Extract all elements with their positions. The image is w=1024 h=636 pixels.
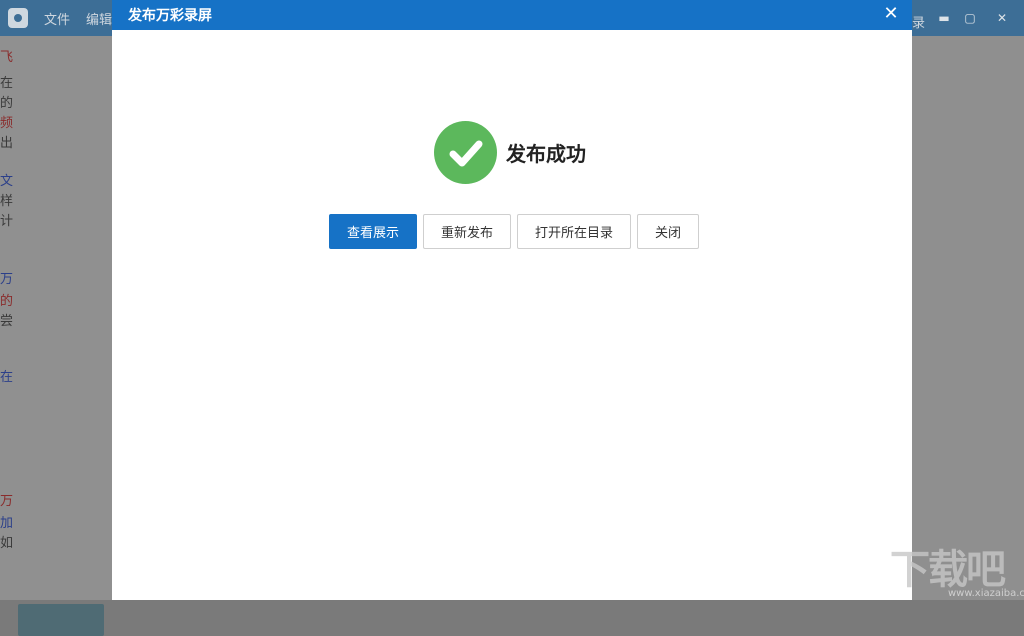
background-text-fragment: 在 <box>0 370 14 385</box>
background-menu-fragment: 录 <box>912 16 926 31</box>
background-text-fragment: 尝 <box>0 314 14 329</box>
minimize-icon: ▬ <box>938 11 950 25</box>
open-directory-button[interactable]: 打开所在目录 <box>517 214 631 249</box>
close-icon[interactable]: ✕ <box>880 3 902 25</box>
background-menu-file: 文件 <box>44 12 71 28</box>
view-showcase-button[interactable]: 查看展示 <box>329 214 417 249</box>
action-buttons: 查看展示 重新发布 打开所在目录 关闭 <box>329 214 705 249</box>
background-right-area <box>912 36 1024 600</box>
success-message: 发布成功 <box>434 121 586 184</box>
background-text-fragment: 加 <box>0 516 14 531</box>
background-text-fragment: 频 <box>0 116 14 131</box>
watermark-url: www.xiazaiba.com <box>948 588 1024 599</box>
republish-button[interactable]: 重新发布 <box>423 214 511 249</box>
background-text-fragment: 计 <box>0 214 14 229</box>
background-text-fragment: 的 <box>0 294 14 309</box>
publish-dialog: 发布万彩录屏 ✕ 发布成功 查看展示 重新发布 打开所在目录 关闭 <box>112 0 912 600</box>
background-menu-edit: 编辑 <box>86 12 113 28</box>
background-video-thumbnail <box>18 604 104 636</box>
background-content: 飞 在 的 频 出 文 样 计 万 的 尝 在 万 加 如 <box>0 36 112 636</box>
dialog-title: 发布万彩录屏 <box>128 8 212 24</box>
background-text-fragment: 如 <box>0 536 14 551</box>
checkmark-icon <box>449 140 482 166</box>
background-text-fragment: 出 <box>0 136 14 151</box>
background-text-fragment: 的 <box>0 96 14 111</box>
background-text-fragment: 万 <box>0 272 14 287</box>
close-icon: ✕ <box>996 11 1008 25</box>
close-button[interactable]: 关闭 <box>637 214 699 249</box>
maximize-icon: ▢ <box>964 11 976 25</box>
dialog-header: 发布万彩录屏 ✕ <box>112 0 912 30</box>
success-text: 发布成功 <box>506 142 586 166</box>
background-text-fragment: 文 <box>0 174 14 189</box>
background-text-fragment: 飞 <box>0 50 14 65</box>
check-circle-icon <box>434 121 497 184</box>
background-text-fragment: 样 <box>0 194 14 209</box>
background-text-fragment: 在 <box>0 76 14 91</box>
app-logo-icon <box>8 8 28 28</box>
background-text-fragment: 万 <box>0 494 14 509</box>
